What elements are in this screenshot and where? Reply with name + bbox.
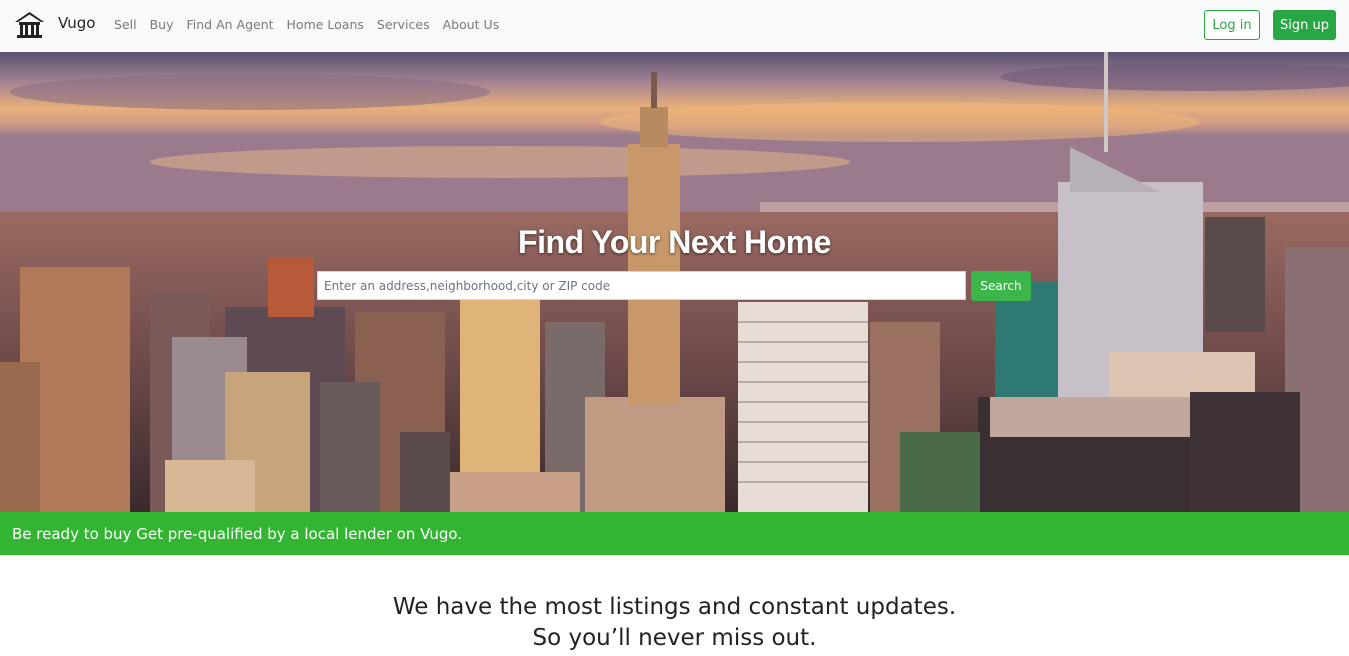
house-icon[interactable] (14, 11, 45, 39)
nav-link-find-an-agent[interactable]: Find An Agent (186, 17, 273, 32)
tagline-line-2: So you’ll never miss out. (532, 625, 817, 651)
nav-link-services[interactable]: Services (377, 17, 430, 32)
tagline-line-1: We have the most listings and constant u… (392, 594, 957, 620)
hero-section: Find Your Next Home Search (0, 52, 1349, 512)
nav-link-buy[interactable]: Buy (150, 17, 174, 32)
nav-link-sell[interactable]: Sell (114, 17, 137, 32)
search-input[interactable] (317, 271, 966, 300)
nav-links: Sell Buy Find An Agent Home Loans Servic… (114, 17, 512, 32)
tagline: We have the most listings and constant u… (0, 592, 1349, 654)
promo-banner-text[interactable]: Be ready to buy Get pre-qualified by a l… (12, 525, 462, 543)
promo-banner: Be ready to buy Get pre-qualified by a l… (0, 512, 1349, 555)
hero-title: Find Your Next Home (518, 224, 831, 260)
login-button[interactable]: Log in (1204, 10, 1260, 40)
navbar: Vugo Sell Buy Find An Agent Home Loans S… (0, 0, 1349, 52)
nav-link-home-loans[interactable]: Home Loans (287, 17, 364, 32)
brand-name[interactable]: Vugo (58, 14, 95, 32)
search-button[interactable]: Search (971, 271, 1031, 301)
signup-button[interactable]: Sign up (1273, 10, 1336, 40)
nav-link-about-us[interactable]: About Us (443, 17, 500, 32)
